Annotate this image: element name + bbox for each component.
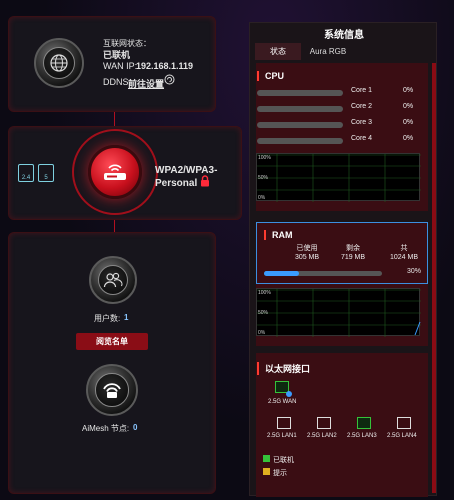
aimesh-button[interactable] xyxy=(86,364,138,416)
graph-grid xyxy=(257,154,421,202)
graph-label-0: 0% xyxy=(258,195,266,201)
lan-port-icon[interactable] xyxy=(397,417,411,429)
tab-aura-rgb[interactable]: Aura RGB xyxy=(301,43,355,60)
cpu-usage-graph: 100% 50% 0% xyxy=(256,153,421,202)
band-24ghz-icon[interactable]: 2.4 xyxy=(18,164,34,182)
core-value: 0% xyxy=(403,135,414,142)
cpu-heading: CPU xyxy=(257,71,284,81)
core-label: Core 2 xyxy=(351,103,373,110)
lan-port-label: 2.5G LAN4 xyxy=(387,433,417,439)
legend-warning-label: 提示 xyxy=(273,470,287,477)
graph-label-0: 0% xyxy=(258,330,266,336)
client-count-label: 用户数: xyxy=(94,314,121,323)
ram-usage-bar xyxy=(264,271,382,276)
core-usage-bar xyxy=(257,90,343,96)
ddns-label: DDNS: xyxy=(103,77,132,87)
router-button[interactable] xyxy=(88,145,142,199)
band-5-label: 5 xyxy=(44,175,48,181)
router-icon xyxy=(104,164,126,180)
wan-port-label: 2.5G WAN xyxy=(268,399,297,405)
ram-total-label: 共 xyxy=(400,245,408,252)
ethernet-heading: 以太网接口 xyxy=(257,362,310,375)
lan-port-icon[interactable] xyxy=(317,417,331,429)
ram-usage-fill xyxy=(264,271,300,276)
graph-label-50: 50% xyxy=(258,175,269,181)
system-info-panel: 系统信息 状态 Aura RGB CPU Core 1 0% Core 2 0%… xyxy=(249,22,437,497)
band-24-label: 2.4 xyxy=(21,175,31,181)
globe-icon xyxy=(50,54,68,72)
cpu-core-row: Core 2 0% xyxy=(257,103,417,115)
wan-ip-label: WAN IP: xyxy=(103,61,138,71)
ram-free-label: 剩余 xyxy=(346,245,360,252)
clients-button[interactable] xyxy=(89,256,137,304)
wan-ip-value: 192.168.1.119 xyxy=(136,61,194,71)
core-value: 0% xyxy=(403,87,414,94)
core-label: Core 4 xyxy=(351,135,373,142)
graph-label-100: 100% xyxy=(258,290,271,296)
lan-port-label: 2.5G LAN2 xyxy=(307,433,337,439)
ram-total-value: 1024 MB xyxy=(389,254,419,261)
aimesh-icon xyxy=(103,383,121,398)
network-map: 互联网状态： 已联机 WAN IP: 192.168.1.119 DDNS: 前… xyxy=(0,0,248,500)
ram-section: RAM 已使用 305 MB 剩余 719 MB 共 1024 MB 30% xyxy=(256,222,428,284)
ram-usage-graph: 100% 50% 0% xyxy=(256,288,421,337)
connector-line xyxy=(114,220,115,232)
legend-connected-label: 已联机 xyxy=(273,457,294,464)
tab-status[interactable]: 状态 xyxy=(255,43,301,60)
core-label: Core 1 xyxy=(351,87,373,94)
ram-percent: 30% xyxy=(407,268,422,275)
client-count-value: 1 xyxy=(124,313,129,322)
refresh-icon[interactable] xyxy=(164,74,175,85)
lan-port-label: 2.5G LAN3 xyxy=(347,433,377,439)
core-usage-bar xyxy=(257,106,343,112)
ram-used-value: 305 MB xyxy=(294,254,320,261)
lan-port-icon[interactable] xyxy=(277,417,291,429)
scrollbar-thumb[interactable] xyxy=(432,63,436,493)
security-mode-line2: Personal xyxy=(155,178,198,189)
wan-status-dot xyxy=(286,391,292,397)
legend-warning-swatch xyxy=(263,468,270,475)
panel-title: 系统信息 xyxy=(324,29,364,41)
lan-port-label: 2.5G LAN1 xyxy=(267,433,297,439)
cpu-core-row: Core 3 0% xyxy=(257,119,417,131)
cpu-core-row: Core 4 0% xyxy=(257,135,417,147)
ram-free-value: 719 MB xyxy=(340,254,366,261)
core-usage-bar xyxy=(257,122,343,128)
ddns-settings-link[interactable]: 前往设置 xyxy=(128,77,164,90)
ram-heading: RAM xyxy=(264,230,293,240)
band-5ghz-icon[interactable]: 5 xyxy=(38,164,54,182)
ram-used-label: 已使用 xyxy=(296,245,318,252)
core-value: 0% xyxy=(403,119,414,126)
view-client-list-button[interactable]: 阅览名单 xyxy=(76,333,148,350)
core-usage-bar xyxy=(257,138,343,144)
internet-status-value: 已联机 xyxy=(103,50,131,60)
connector-line xyxy=(114,112,115,126)
users-icon xyxy=(103,272,123,288)
graph-grid xyxy=(257,289,421,337)
internet-globe-button[interactable] xyxy=(34,38,84,88)
aimesh-node-value: 0 xyxy=(133,423,138,432)
aimesh-node-label: AiMesh 节点: xyxy=(82,424,130,433)
core-value: 0% xyxy=(403,103,414,110)
graph-label-50: 50% xyxy=(258,310,269,316)
lock-icon xyxy=(201,175,209,187)
legend-connected-swatch xyxy=(263,455,270,462)
core-label: Core 3 xyxy=(351,119,373,126)
lan-port-icon[interactable] xyxy=(357,417,371,429)
graph-label-100: 100% xyxy=(258,155,271,161)
cpu-core-row: Core 1 0% xyxy=(257,87,417,99)
